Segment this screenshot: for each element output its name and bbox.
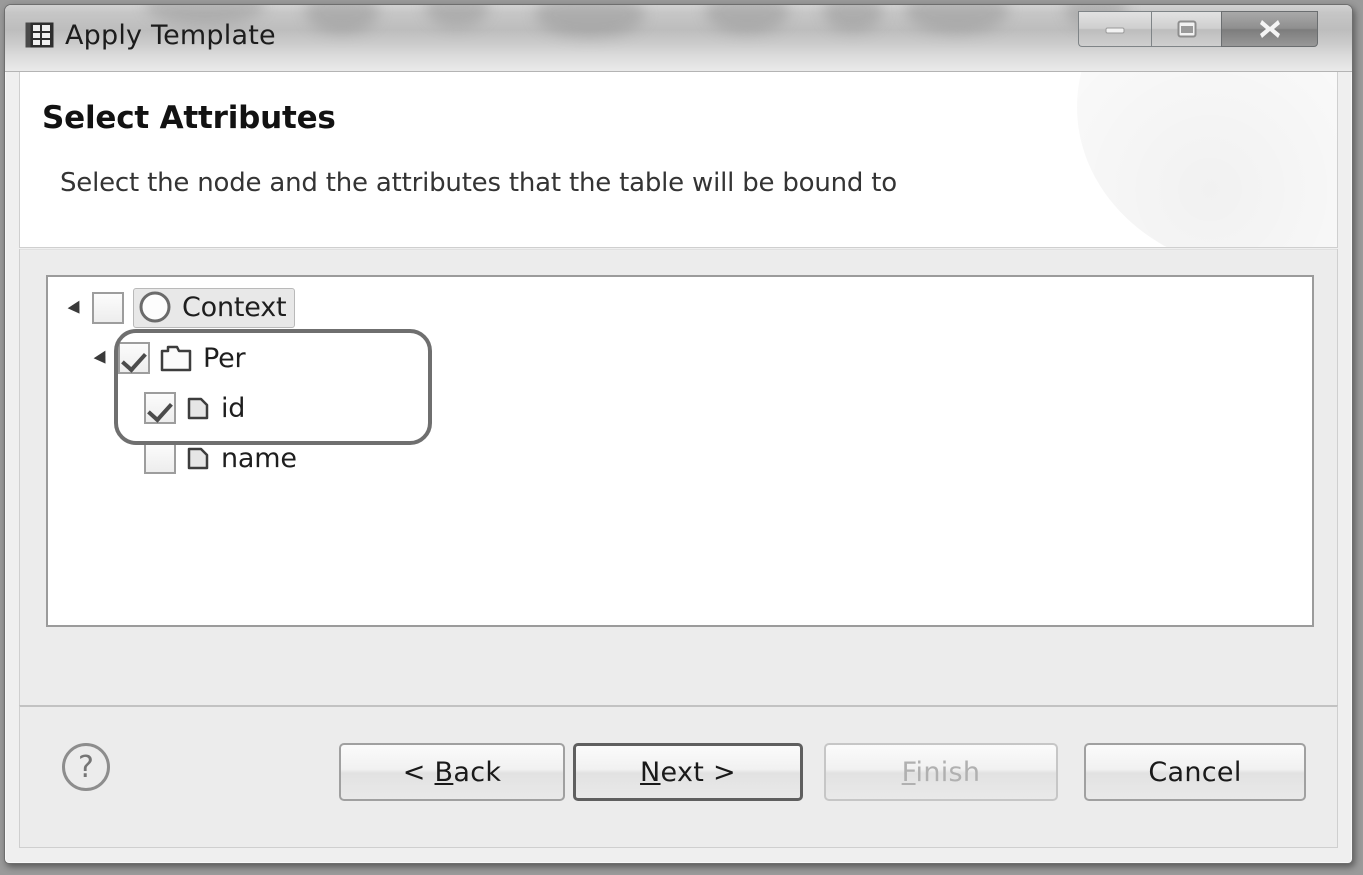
checkbox-name[interactable] xyxy=(144,442,176,474)
dialog-button-bar: ? < Back Next > Finish Cancel xyxy=(19,705,1338,848)
back-button[interactable]: < Back xyxy=(339,743,565,801)
context-circle-icon xyxy=(138,290,172,324)
tree-item-label: Per xyxy=(203,342,246,374)
desktop-background: Apply Template Select Attributes Select … xyxy=(0,0,1363,875)
help-button[interactable]: ? xyxy=(62,743,110,791)
checkbox-per[interactable] xyxy=(118,342,150,374)
titlebar-artifact xyxy=(705,5,789,33)
tree-item-context[interactable]: Context xyxy=(66,285,296,331)
finish-button: Finish xyxy=(824,743,1058,801)
titlebar-artifact xyxy=(823,5,883,31)
window-title-bar[interactable]: Apply Template xyxy=(5,5,1352,72)
selection-highlight: Context xyxy=(133,288,296,328)
checkbox-id[interactable] xyxy=(144,392,176,424)
close-button[interactable] xyxy=(1221,11,1318,47)
wizard-content-area: Context Per id name xyxy=(19,249,1338,705)
tree-item-label: name xyxy=(221,442,297,474)
attribute-icon xyxy=(185,443,211,473)
next-button-label: Next > xyxy=(640,756,736,788)
titlebar-artifact xyxy=(905,5,1009,33)
minimize-button[interactable] xyxy=(1078,11,1151,47)
titlebar-artifact xyxy=(425,5,489,27)
maximize-button[interactable] xyxy=(1151,11,1221,47)
expand-arrow-icon[interactable] xyxy=(66,295,92,321)
close-icon xyxy=(1259,20,1280,38)
back-button-label: < Back xyxy=(402,756,502,788)
expand-arrow-icon[interactable] xyxy=(92,345,118,371)
attribute-tree-panel[interactable]: Context Per id name xyxy=(46,275,1314,627)
finish-button-label: Finish xyxy=(901,756,981,788)
page-title: Select Attributes xyxy=(42,100,336,136)
help-question-icon: ? xyxy=(78,749,94,785)
content-top-separator xyxy=(20,249,1337,251)
apply-template-dialog: Apply Template Select Attributes Select … xyxy=(4,4,1353,864)
titlebar-artifact xyxy=(305,5,379,33)
page-description: Select the node and the attributes that … xyxy=(60,168,898,198)
header-sheen-decoration xyxy=(1077,72,1337,247)
minimize-icon xyxy=(1105,27,1125,34)
wizard-header: Select Attributes Select the node and th… xyxy=(19,72,1338,248)
tree-item-name[interactable]: name xyxy=(66,435,297,481)
template-grid-icon xyxy=(25,21,55,51)
tree-item-id[interactable]: id xyxy=(66,385,245,431)
attribute-icon xyxy=(185,393,211,423)
folder-node-icon xyxy=(159,343,193,373)
checkbox-context[interactable] xyxy=(92,292,124,324)
tree-item-label: Context xyxy=(182,291,287,323)
cancel-button[interactable]: Cancel xyxy=(1084,743,1306,801)
maximize-icon xyxy=(1177,20,1196,38)
tree-item-label: id xyxy=(221,392,246,424)
window-title-text: Apply Template xyxy=(65,20,276,51)
cancel-button-label: Cancel xyxy=(1148,756,1242,788)
titlebar-artifact xyxy=(535,5,645,37)
next-button[interactable]: Next > xyxy=(573,743,803,801)
tree-item-per[interactable]: Per xyxy=(66,335,246,381)
